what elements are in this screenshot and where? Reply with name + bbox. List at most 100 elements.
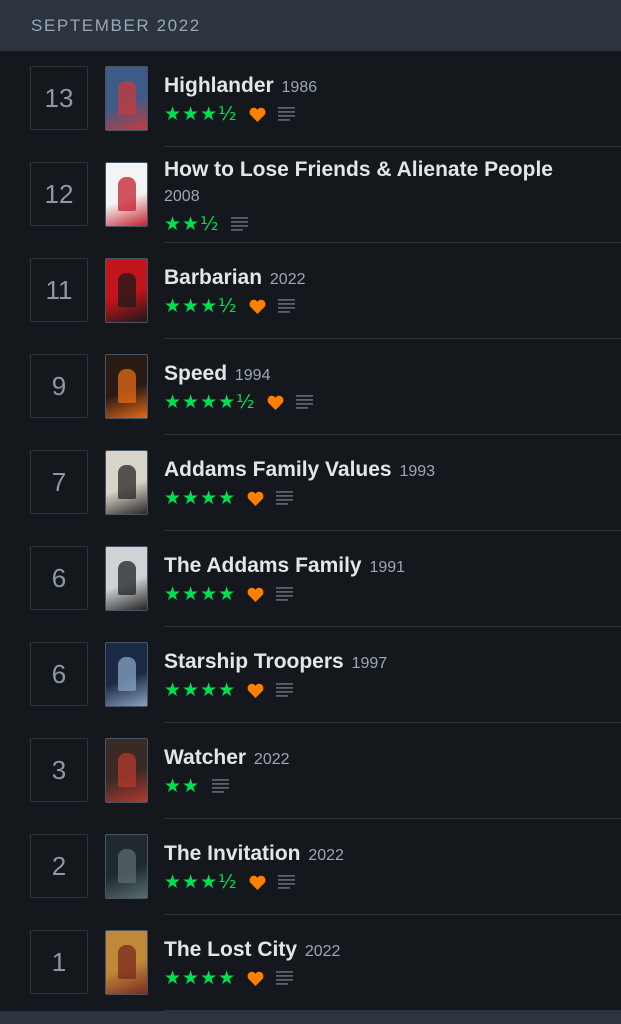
film-title[interactable]: Barbarian (164, 266, 262, 289)
liked-heart-icon (247, 683, 264, 698)
day-of-month[interactable]: 7 (30, 450, 88, 514)
rating-stars: ★★★★ (164, 583, 237, 605)
film-year[interactable]: 1993 (399, 463, 435, 480)
film-title[interactable]: Starship Troopers (164, 650, 344, 673)
entry-meta: ★★★½ (164, 872, 604, 892)
poster-art (118, 273, 136, 307)
film-title-line: Addams Family Values 1993 (164, 457, 604, 485)
film-title[interactable]: Highlander (164, 74, 274, 97)
film-year[interactable]: 1994 (235, 367, 271, 384)
day-of-month[interactable]: 11 (30, 258, 88, 322)
film-title-line: How to Lose Friends & Alienate People 20… (164, 157, 604, 211)
diary-entry-row[interactable]: 2 The Invitation 2022 ★★★½ (0, 819, 621, 915)
film-title-line: The Addams Family 1991 (164, 553, 604, 581)
review-text-icon[interactable] (295, 395, 313, 409)
film-title[interactable]: The Invitation (164, 842, 301, 865)
day-of-month[interactable]: 3 (30, 738, 88, 802)
film-title[interactable]: The Lost City (164, 938, 297, 961)
film-year[interactable]: 1986 (282, 79, 318, 96)
footer-bar (0, 1011, 621, 1024)
review-text-icon[interactable] (212, 779, 230, 793)
poster-art (118, 657, 136, 691)
diary-entry-row[interactable]: 13 Highlander 1986 ★★★½ (0, 51, 621, 147)
film-title[interactable]: Speed (164, 362, 227, 385)
rating-stars: ★★★½ (164, 103, 238, 125)
film-poster[interactable] (105, 930, 148, 995)
day-of-month[interactable]: 2 (30, 834, 88, 898)
film-title-line: The Invitation 2022 (164, 841, 604, 869)
film-poster[interactable] (105, 66, 148, 131)
poster-art (118, 753, 136, 787)
entry-info: How to Lose Friends & Alienate People 20… (164, 157, 604, 234)
entry-meta: ★★★★ (164, 488, 604, 508)
diary-entry-row[interactable]: 6 Starship Troopers 1997 ★★★★ (0, 627, 621, 723)
review-text-icon[interactable] (231, 217, 249, 231)
entry-meta: ★★★★½ (164, 392, 604, 412)
film-title[interactable]: How to Lose Friends & Alienate People (164, 158, 553, 181)
poster-art (118, 849, 136, 883)
film-title-line: Barbarian 2022 (164, 265, 604, 293)
diary-list: 13 Highlander 1986 ★★★½ 12 How to Lose Frien… (0, 51, 621, 1011)
film-year[interactable]: 1991 (369, 559, 405, 576)
day-of-month[interactable]: 13 (30, 66, 88, 130)
film-title[interactable]: Watcher (164, 746, 246, 769)
entry-meta: ★★★½ (164, 296, 604, 316)
month-header: SEPTEMBER 2022 (0, 0, 621, 51)
film-title-line: Highlander 1986 (164, 73, 604, 101)
diary-entry-row[interactable]: 3 Watcher 2022 ★★ (0, 723, 621, 819)
liked-heart-icon (267, 395, 283, 410)
diary-entry-row[interactable]: 11 Barbarian 2022 ★★★½ (0, 243, 621, 339)
rating-stars: ★★★½ (164, 871, 238, 893)
entry-info: Highlander 1986 ★★★½ (164, 73, 604, 124)
film-poster[interactable] (105, 162, 148, 227)
film-title[interactable]: The Addams Family (164, 554, 362, 577)
day-of-month[interactable]: 1 (30, 930, 88, 994)
poster-art (118, 945, 136, 979)
entry-info: Speed 1994 ★★★★½ (164, 361, 604, 412)
day-of-month[interactable]: 6 (30, 642, 88, 706)
entry-info: The Lost City 2022 ★★★★ (164, 937, 604, 988)
diary-entry-row[interactable]: 6 The Addams Family 1991 ★★★★ (0, 531, 621, 627)
film-year[interactable]: 2022 (308, 847, 344, 864)
review-text-icon[interactable] (276, 683, 294, 697)
day-of-month[interactable]: 6 (30, 546, 88, 610)
entry-info: The Addams Family 1991 ★★★★ (164, 553, 604, 604)
poster-art (118, 369, 136, 403)
month-label: SEPTEMBER 2022 (31, 16, 201, 35)
diary-entry-row[interactable]: 9 Speed 1994 ★★★★½ (0, 339, 621, 435)
review-text-icon[interactable] (277, 875, 295, 889)
film-year[interactable]: 2022 (270, 271, 306, 288)
review-text-icon[interactable] (276, 971, 294, 985)
film-title-line: Watcher 2022 (164, 745, 604, 773)
entry-info: Barbarian 2022 ★★★½ (164, 265, 604, 316)
film-poster[interactable] (105, 546, 148, 611)
diary-entry-row[interactable]: 12 How to Lose Friends & Alienate People … (0, 147, 621, 243)
film-poster[interactable] (105, 354, 148, 419)
film-poster[interactable] (105, 258, 148, 323)
liked-heart-icon (247, 971, 264, 986)
review-text-icon[interactable] (276, 587, 294, 601)
day-of-month[interactable]: 12 (30, 162, 88, 226)
liked-heart-icon (247, 491, 264, 506)
diary-entry-row[interactable]: 1 The Lost City 2022 ★★★★ (0, 915, 621, 1011)
review-text-icon[interactable] (277, 107, 295, 121)
film-poster[interactable] (105, 642, 148, 707)
day-of-month[interactable]: 9 (30, 354, 88, 418)
film-poster[interactable] (105, 738, 148, 803)
film-poster[interactable] (105, 450, 148, 515)
rating-stars: ★★½ (164, 213, 220, 235)
review-text-icon[interactable] (276, 491, 294, 505)
entry-info: Starship Troopers 1997 ★★★★ (164, 649, 604, 700)
film-year[interactable]: 1997 (352, 655, 388, 672)
diary-entry-row[interactable]: 7 Addams Family Values 1993 ★★★★ (0, 435, 621, 531)
rating-stars: ★★★½ (164, 295, 238, 317)
entry-info: Addams Family Values 1993 ★★★★ (164, 457, 604, 508)
poster-art (118, 561, 136, 595)
entry-info: The Invitation 2022 ★★★½ (164, 841, 604, 892)
review-text-icon[interactable] (277, 299, 295, 313)
film-poster[interactable] (105, 834, 148, 899)
film-title[interactable]: Addams Family Values (164, 458, 392, 481)
film-year[interactable]: 2022 (305, 943, 341, 960)
film-year[interactable]: 2022 (254, 751, 290, 768)
film-year[interactable]: 2008 (164, 183, 604, 211)
